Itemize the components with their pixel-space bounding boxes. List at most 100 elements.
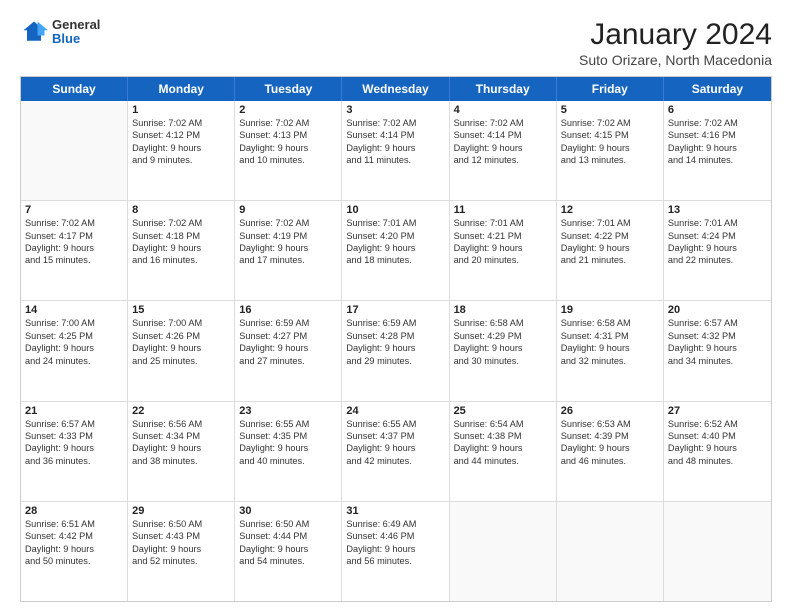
sunrise-text: Sunrise: 7:02 AM (454, 117, 552, 129)
calendar-cell: 15Sunrise: 7:00 AMSunset: 4:26 PMDayligh… (128, 301, 235, 400)
calendar-cell: 13Sunrise: 7:01 AMSunset: 4:24 PMDayligh… (664, 201, 771, 300)
day-number: 17 (346, 304, 444, 316)
sunrise-text: Sunrise: 6:49 AM (346, 518, 444, 530)
sunrise-text: Sunrise: 6:58 AM (561, 317, 659, 329)
main-title: January 2024 (579, 18, 772, 52)
daylight-text-2: and 17 minutes. (239, 254, 337, 266)
calendar-cell (557, 502, 664, 601)
calendar-cell: 17Sunrise: 6:59 AMSunset: 4:28 PMDayligh… (342, 301, 449, 400)
calendar-cell (21, 101, 128, 200)
daylight-text-1: Daylight: 9 hours (561, 442, 659, 454)
sunset-text: Sunset: 4:21 PM (454, 230, 552, 242)
calendar-header-row: SundayMondayTuesdayWednesdayThursdayFrid… (21, 77, 771, 101)
daylight-text-1: Daylight: 9 hours (25, 342, 123, 354)
logo-general: General (52, 18, 100, 32)
day-number: 22 (132, 405, 230, 417)
calendar-cell: 24Sunrise: 6:55 AMSunset: 4:37 PMDayligh… (342, 402, 449, 501)
day-number: 5 (561, 104, 659, 116)
logo: General Blue (20, 18, 100, 47)
day-number: 4 (454, 104, 552, 116)
calendar-header-sunday: Sunday (21, 77, 128, 101)
calendar-cell: 16Sunrise: 6:59 AMSunset: 4:27 PMDayligh… (235, 301, 342, 400)
calendar-cell: 22Sunrise: 6:56 AMSunset: 4:34 PMDayligh… (128, 402, 235, 501)
calendar-week-1: 1Sunrise: 7:02 AMSunset: 4:12 PMDaylight… (21, 101, 771, 201)
daylight-text-2: and 18 minutes. (346, 254, 444, 266)
sunset-text: Sunset: 4:43 PM (132, 530, 230, 542)
calendar-cell: 9Sunrise: 7:02 AMSunset: 4:19 PMDaylight… (235, 201, 342, 300)
sunset-text: Sunset: 4:33 PM (25, 430, 123, 442)
daylight-text-1: Daylight: 9 hours (668, 242, 767, 254)
day-number: 20 (668, 304, 767, 316)
calendar-week-5: 28Sunrise: 6:51 AMSunset: 4:42 PMDayligh… (21, 502, 771, 601)
sunrise-text: Sunrise: 7:02 AM (346, 117, 444, 129)
daylight-text-1: Daylight: 9 hours (561, 142, 659, 154)
calendar-cell: 29Sunrise: 6:50 AMSunset: 4:43 PMDayligh… (128, 502, 235, 601)
calendar-week-2: 7Sunrise: 7:02 AMSunset: 4:17 PMDaylight… (21, 201, 771, 301)
calendar-cell: 28Sunrise: 6:51 AMSunset: 4:42 PMDayligh… (21, 502, 128, 601)
calendar-cell: 26Sunrise: 6:53 AMSunset: 4:39 PMDayligh… (557, 402, 664, 501)
sunset-text: Sunset: 4:31 PM (561, 330, 659, 342)
sunset-text: Sunset: 4:42 PM (25, 530, 123, 542)
sunrise-text: Sunrise: 6:56 AM (132, 418, 230, 430)
calendar-cell (664, 502, 771, 601)
calendar-cell: 20Sunrise: 6:57 AMSunset: 4:32 PMDayligh… (664, 301, 771, 400)
daylight-text-1: Daylight: 9 hours (346, 543, 444, 555)
daylight-text-1: Daylight: 9 hours (561, 342, 659, 354)
daylight-text-1: Daylight: 9 hours (454, 242, 552, 254)
sunrise-text: Sunrise: 6:58 AM (454, 317, 552, 329)
calendar-week-3: 14Sunrise: 7:00 AMSunset: 4:25 PMDayligh… (21, 301, 771, 401)
daylight-text-2: and 56 minutes. (346, 555, 444, 567)
calendar: SundayMondayTuesdayWednesdayThursdayFrid… (20, 76, 772, 602)
calendar-cell: 21Sunrise: 6:57 AMSunset: 4:33 PMDayligh… (21, 402, 128, 501)
day-number: 26 (561, 405, 659, 417)
sunrise-text: Sunrise: 7:02 AM (25, 217, 123, 229)
sunrise-text: Sunrise: 7:01 AM (668, 217, 767, 229)
daylight-text-1: Daylight: 9 hours (132, 342, 230, 354)
sunset-text: Sunset: 4:14 PM (346, 129, 444, 141)
sunset-text: Sunset: 4:38 PM (454, 430, 552, 442)
calendar-header-monday: Monday (128, 77, 235, 101)
daylight-text-2: and 46 minutes. (561, 455, 659, 467)
daylight-text-1: Daylight: 9 hours (346, 242, 444, 254)
daylight-text-1: Daylight: 9 hours (668, 142, 767, 154)
calendar-header-wednesday: Wednesday (342, 77, 449, 101)
sunrise-text: Sunrise: 7:02 AM (668, 117, 767, 129)
daylight-text-1: Daylight: 9 hours (346, 142, 444, 154)
sunrise-text: Sunrise: 6:50 AM (132, 518, 230, 530)
daylight-text-2: and 14 minutes. (668, 154, 767, 166)
daylight-text-2: and 20 minutes. (454, 254, 552, 266)
daylight-text-1: Daylight: 9 hours (132, 543, 230, 555)
daylight-text-1: Daylight: 9 hours (239, 543, 337, 555)
calendar-cell (450, 502, 557, 601)
daylight-text-2: and 50 minutes. (25, 555, 123, 567)
sunset-text: Sunset: 4:17 PM (25, 230, 123, 242)
day-number: 16 (239, 304, 337, 316)
sunset-text: Sunset: 4:27 PM (239, 330, 337, 342)
day-number: 28 (25, 505, 123, 517)
daylight-text-2: and 30 minutes. (454, 355, 552, 367)
sunset-text: Sunset: 4:19 PM (239, 230, 337, 242)
day-number: 21 (25, 405, 123, 417)
logo-blue: Blue (52, 32, 100, 46)
calendar-header-friday: Friday (557, 77, 664, 101)
calendar-cell: 4Sunrise: 7:02 AMSunset: 4:14 PMDaylight… (450, 101, 557, 200)
calendar-cell: 1Sunrise: 7:02 AMSunset: 4:12 PMDaylight… (128, 101, 235, 200)
sunrise-text: Sunrise: 6:54 AM (454, 418, 552, 430)
sunset-text: Sunset: 4:25 PM (25, 330, 123, 342)
day-number: 29 (132, 505, 230, 517)
day-number: 6 (668, 104, 767, 116)
daylight-text-2: and 54 minutes. (239, 555, 337, 567)
calendar-cell: 19Sunrise: 6:58 AMSunset: 4:31 PMDayligh… (557, 301, 664, 400)
day-number: 15 (132, 304, 230, 316)
daylight-text-1: Daylight: 9 hours (239, 442, 337, 454)
day-number: 27 (668, 405, 767, 417)
daylight-text-2: and 21 minutes. (561, 254, 659, 266)
sunrise-text: Sunrise: 7:02 AM (132, 217, 230, 229)
calendar-cell: 10Sunrise: 7:01 AMSunset: 4:20 PMDayligh… (342, 201, 449, 300)
day-number: 18 (454, 304, 552, 316)
sunset-text: Sunset: 4:29 PM (454, 330, 552, 342)
day-number: 12 (561, 204, 659, 216)
daylight-text-2: and 52 minutes. (132, 555, 230, 567)
day-number: 8 (132, 204, 230, 216)
daylight-text-2: and 42 minutes. (346, 455, 444, 467)
